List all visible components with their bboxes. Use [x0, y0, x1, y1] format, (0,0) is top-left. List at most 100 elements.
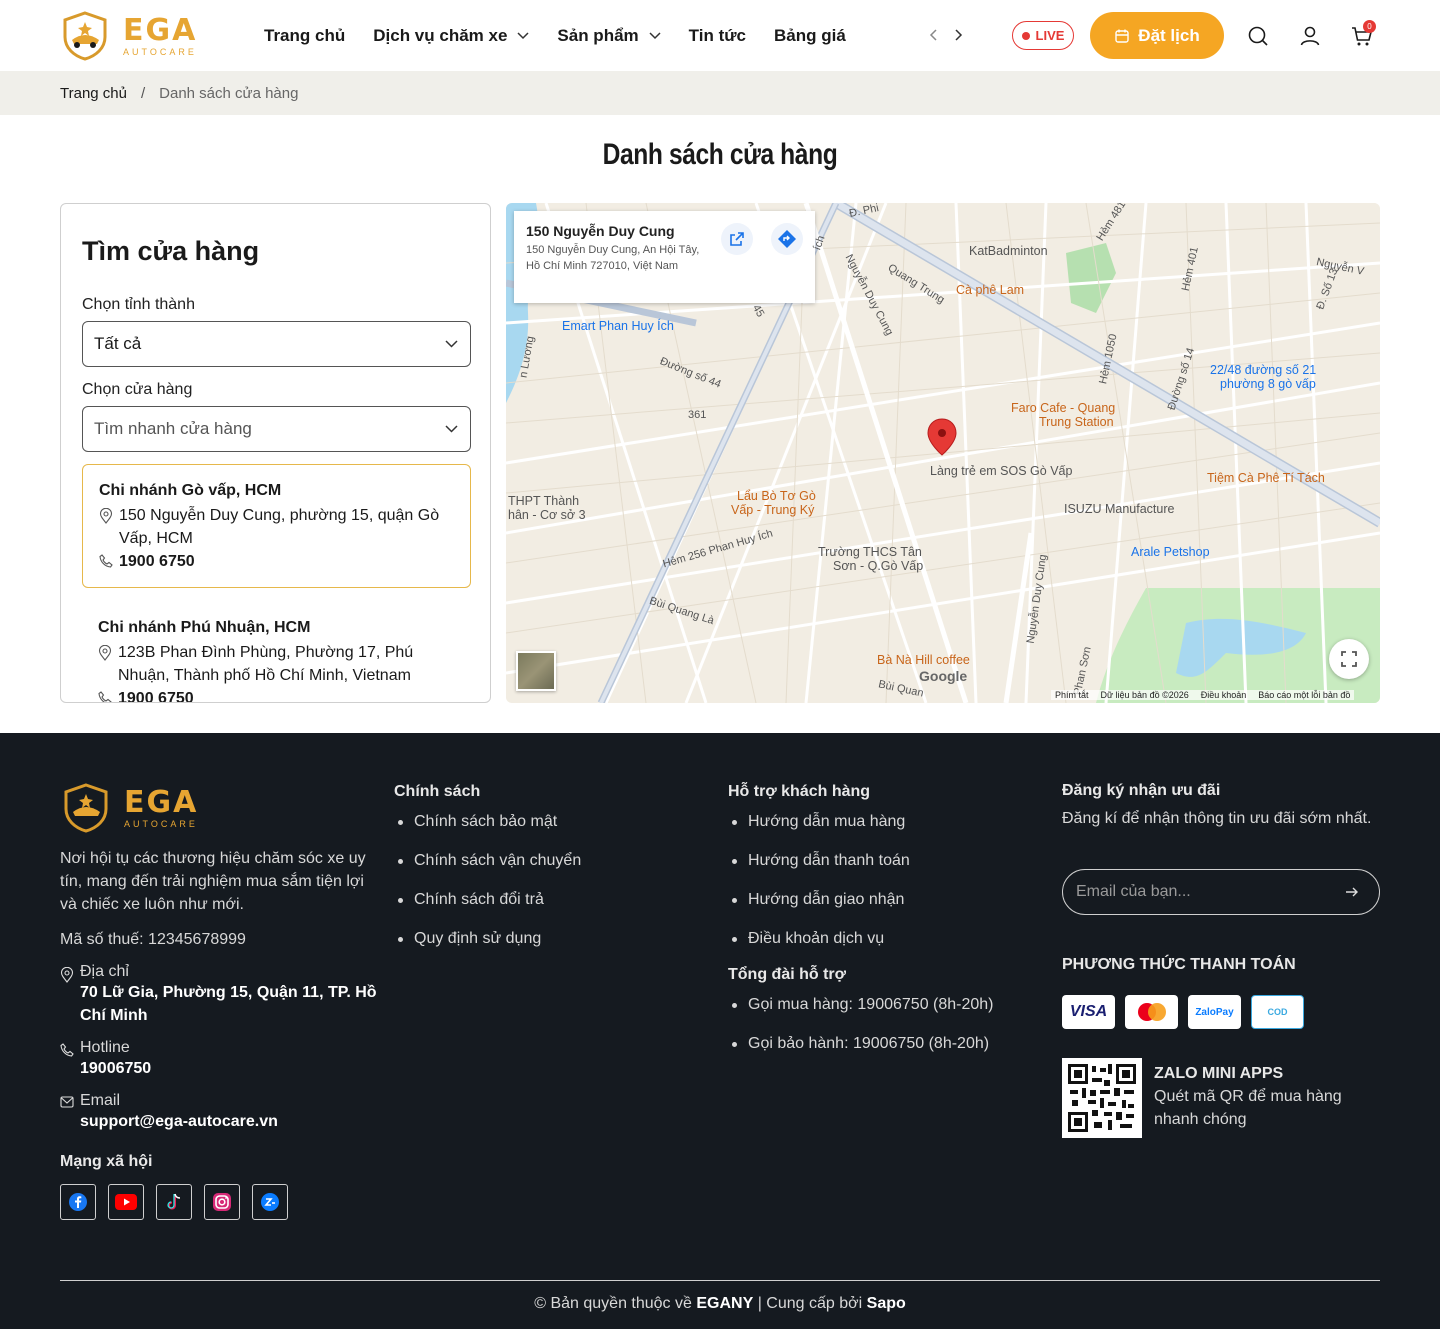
zalo-mini-app: ZALO MINI APPS Quét mã QR để mua hàng nh… [1062, 1058, 1374, 1138]
arrow-right-icon[interactable] [1345, 885, 1359, 899]
zalopay-badge: ZaloPay [1188, 995, 1241, 1029]
map-poi[interactable]: Làng trẻ em SOS Gò Vấp [930, 464, 1072, 478]
map-shortcuts-link[interactable]: Phím tắt [1055, 690, 1089, 700]
map-poi[interactable]: Bà Nà Hill coffee [877, 653, 970, 667]
site-logo[interactable]: EGA AUTOCARE [59, 10, 207, 62]
footer-logo[interactable]: EGA AUTOCARE [60, 780, 380, 836]
map-poi[interactable]: ISUZU Manufacture [1064, 502, 1174, 516]
instagram-link[interactable] [204, 1184, 240, 1220]
store-item[interactable]: Chi nhánh Phú Nhuận, HCM 123B Phan Đình … [82, 602, 471, 702]
footer-email-link[interactable]: support@ega-autocare.vn [80, 1113, 278, 1130]
chevron-down-icon [517, 31, 529, 39]
map-fullscreen-button[interactable] [1329, 639, 1369, 679]
external-link-icon [730, 232, 744, 246]
nav-services[interactable]: Dịch vụ chăm xe [373, 26, 529, 46]
hotline-title: Tổng đài hỗ trợ [728, 966, 847, 983]
support-link[interactable]: Hướng dẫn mua hàng [728, 810, 1048, 833]
facebook-icon [69, 1193, 87, 1211]
chevron-right-icon[interactable] [954, 26, 964, 44]
subscribe-title: Đăng ký nhận ưu đãi [1062, 782, 1221, 799]
open-in-maps-button[interactable] [721, 223, 753, 255]
map-poi[interactable]: Lẩu Bò Tơ Gò [737, 489, 816, 503]
chevron-left-icon[interactable] [928, 26, 938, 44]
map-poi[interactable]: Cà phê Lam [956, 283, 1024, 297]
map-poi[interactable]: THPT Thành [508, 494, 579, 508]
email-subscribe-input[interactable]: Email của bạn... [1062, 869, 1380, 915]
qr-code-icon[interactable] [1062, 1058, 1142, 1138]
cod-badge: COD [1251, 995, 1304, 1029]
nav-products[interactable]: Sản phẩm [557, 26, 661, 46]
live-button[interactable]: LIVE [1012, 21, 1074, 50]
province-label: Chọn tỉnh thành [82, 296, 195, 313]
nav-home[interactable]: Trang chủ [264, 26, 345, 46]
breadcrumb: Trang chủ / Danh sách cửa hàng [0, 71, 1440, 115]
store-name: Chi nhánh Gò vấp, HCM [99, 482, 282, 499]
hotline-item[interactable]: Gọi bảo hành: 19006750 (8h-20h) [728, 1032, 1048, 1055]
map-poi[interactable]: Vấp - Trung Ký [731, 503, 814, 517]
mastercard-badge [1125, 995, 1178, 1029]
footer-hotline-link[interactable]: 19006750 [80, 1060, 151, 1077]
map-attribution: Phím tắt Dữ liệu bản đồ ©2026 Điều khoản… [1051, 690, 1355, 700]
map-poi[interactable]: hân - Cơ sở 3 [508, 508, 586, 522]
map-poi[interactable]: phường 8 gò vấp [1220, 377, 1316, 391]
chevron-down-icon [445, 340, 458, 348]
province-select[interactable]: Tất cả [82, 321, 471, 367]
support-link[interactable]: Hướng dẫn thanh toán [728, 849, 1048, 872]
hotline-item[interactable]: Gọi mua hàng: 19006750 (8h-20h) [728, 993, 1048, 1016]
map-card-title: 150 Nguyễn Duy Cung [526, 223, 675, 239]
support-link[interactable]: Điều khoản dịch vụ [728, 927, 1048, 950]
breadcrumb-home[interactable]: Trang chủ [60, 85, 127, 102]
map-info-card: 150 Nguyễn Duy Cung 150 Nguyễn Duy Cung,… [514, 211, 815, 303]
tiktok-link[interactable] [156, 1184, 192, 1220]
map-terms-link[interactable]: Điều khoản [1201, 690, 1247, 700]
map-poi[interactable]: 22/48 đường số 21 [1210, 363, 1316, 377]
youtube-link[interactable] [108, 1184, 144, 1220]
store-finder-panel: Tìm cửa hàng Chọn tỉnh thành Tất cả Chọn… [60, 203, 491, 703]
map-poi[interactable]: Arale Petshop [1131, 545, 1210, 559]
copyright: © Bản quyền thuộc về EGANY | Cung cấp bở… [534, 1295, 906, 1312]
store-name: Chi nhánh Phú Nhuận, HCM [98, 619, 311, 636]
directions-button[interactable] [771, 223, 803, 255]
policy-link[interactable]: Chính sách vận chuyển [394, 849, 694, 872]
main-nav: Trang chủ Dịch vụ chăm xe Sản phẩm Tin t… [264, 0, 874, 71]
social-links [60, 1184, 380, 1220]
map-poi[interactable]: Trung Station [1039, 415, 1114, 429]
map-road-label: 361 [688, 409, 707, 421]
store-map[interactable]: 150 Nguyễn Duy Cung 150 Nguyễn Duy Cung,… [506, 203, 1380, 703]
nav-news[interactable]: Tin tức [689, 26, 746, 46]
search-icon[interactable] [1246, 24, 1270, 48]
copyright-provider-link[interactable]: Sapo [867, 1295, 906, 1312]
map-report-link[interactable]: Báo cáo một lỗi bản đồ [1258, 690, 1350, 700]
policy-link[interactable]: Chính sách bảo mật [394, 810, 694, 833]
store-search-select[interactable]: Tìm nhanh cửa hàng [82, 406, 471, 452]
policy-link[interactable]: Chính sách đổi trả [394, 888, 694, 911]
zalo-link[interactable] [252, 1184, 288, 1220]
site-footer: EGA AUTOCARE Nơi hội tụ các thương hiệu … [0, 733, 1440, 1329]
map-satellite-toggle[interactable] [516, 651, 556, 691]
map-poi[interactable]: Trường THCS Tân [818, 545, 922, 559]
book-appointment-button[interactable]: Đặt lịch [1090, 12, 1224, 59]
map-poi[interactable]: Tiệm Cà Phê Tí Tách [1207, 471, 1325, 485]
store-item[interactable]: Chi nhánh Gò vấp, HCM 150 Nguyễn Duy Cun… [82, 464, 471, 588]
logo-shield-icon [63, 11, 107, 61]
zalo-app-title: ZALO MINI APPS [1154, 1065, 1284, 1082]
map-poi[interactable]: Sơn - Q.Gò Vấp [833, 559, 923, 573]
chevron-down-icon [649, 31, 661, 39]
user-icon[interactable] [1298, 24, 1322, 48]
copyright-brand-link[interactable]: EGANY [696, 1295, 753, 1312]
policy-link[interactable]: Quy định sử dụng [394, 927, 694, 950]
nav-pricing[interactable]: Bảng giá [774, 26, 846, 46]
footer-tax: Mã số thuế: 12345678999 [60, 931, 246, 948]
calendar-icon [1115, 29, 1129, 43]
breadcrumb-separator: / [140, 84, 146, 102]
support-link[interactable]: Hướng dẫn giao nhận [728, 888, 1048, 911]
store-address: 123B Phan Đình Phùng, Phường 17, Phú Nhu… [118, 644, 414, 684]
map-poi[interactable]: KatBadminton [969, 244, 1048, 258]
facebook-link[interactable] [60, 1184, 96, 1220]
policy-list: Chính sách bảo mật Chính sách vận chuyển… [394, 810, 694, 950]
map-poi[interactable]: Faro Cafe - Quang [1011, 401, 1115, 415]
map-poi[interactable]: Emart Phan Huy Ích [562, 319, 674, 333]
footer-address: Địa chỉ 70 Lữ Gia, Phường 15, Quận 11, TP… [60, 963, 380, 1027]
social-title: Mạng xã hội [60, 1153, 153, 1170]
map-card-address: 150 Nguyễn Duy Cung, An Hội Tây, Hồ Chí … [526, 244, 700, 272]
